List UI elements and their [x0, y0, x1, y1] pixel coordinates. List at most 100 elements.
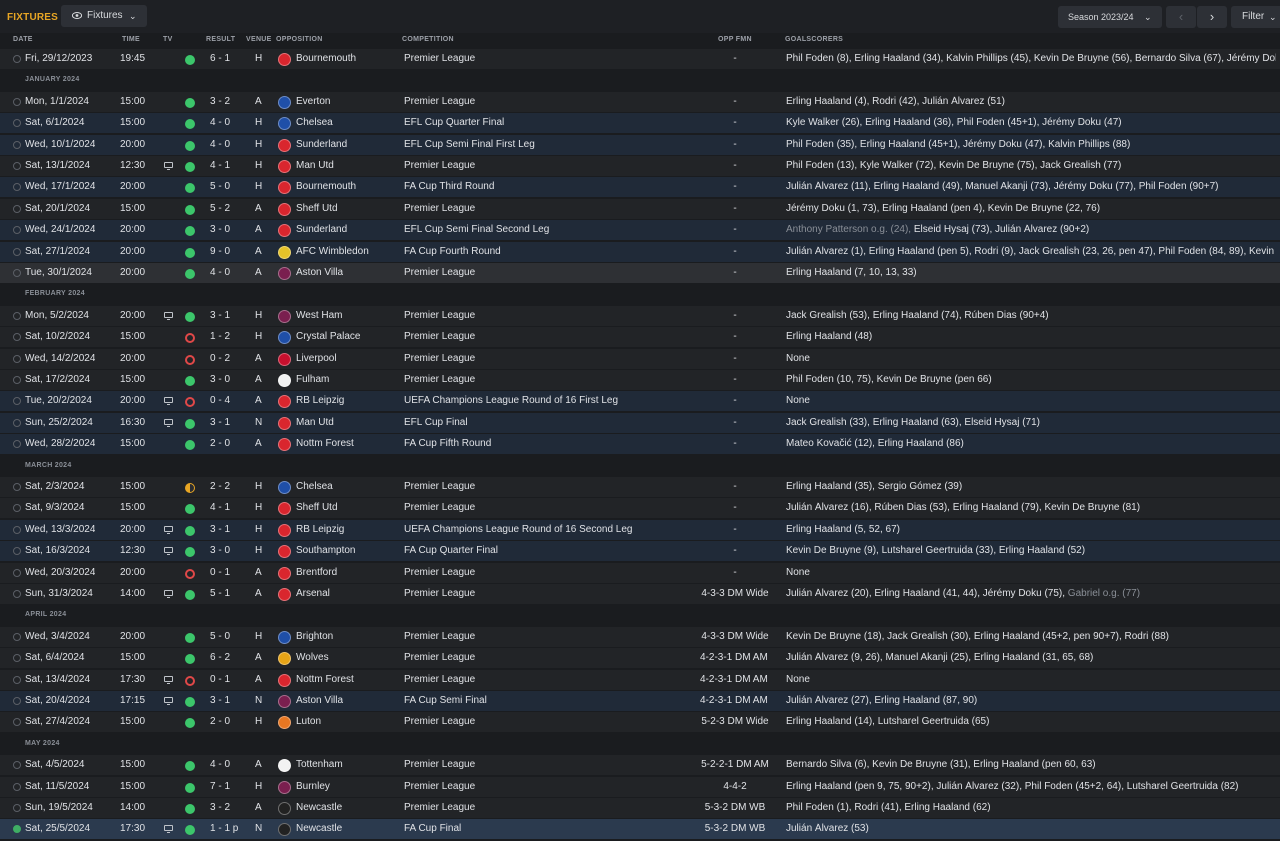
competition-name[interactable]: Premier League	[404, 802, 475, 813]
fixture-row[interactable]: Tue, 20/2/2024 20:00 0 - 4 A RB Leipzig UEFA …	[0, 390, 1280, 411]
fixture-row[interactable]: Sat, 4/5/2024 15:00 4 - 0 A Tottenham Premier…	[0, 754, 1280, 775]
opposition-name[interactable]: Newcastle	[296, 802, 342, 813]
match-score[interactable]: 3 - 1	[210, 417, 230, 428]
opposition-name[interactable]: RB Leipzig	[296, 524, 344, 535]
column-tv[interactable]: TV	[163, 36, 173, 43]
opposition-name[interactable]: Newcastle	[296, 823, 342, 834]
competition-name[interactable]: UEFA Champions League Round of 16 First …	[404, 395, 618, 406]
fixture-row[interactable]: Wed, 14/2/2024 20:00 0 - 2 A Liverpool Premie…	[0, 348, 1280, 369]
view-dropdown[interactable]: Fixtures ⌄	[61, 5, 147, 27]
competition-name[interactable]: Premier League	[404, 374, 475, 385]
row-select-checkbox[interactable]	[13, 633, 21, 641]
match-score[interactable]: 4 - 1	[210, 160, 230, 171]
fixture-row[interactable]: Sat, 13/1/2024 12:30 4 - 1 H Man Utd Premier …	[0, 155, 1280, 176]
match-score[interactable]: 2 - 2	[210, 481, 230, 492]
row-select-checkbox[interactable]	[13, 654, 21, 662]
match-score[interactable]: 3 - 0	[210, 224, 230, 235]
fixture-row[interactable]: Sat, 9/3/2024 15:00 4 - 1 H Sheff Utd Premier…	[0, 497, 1280, 518]
row-select-checkbox[interactable]	[13, 697, 21, 705]
column-time[interactable]: TIME	[122, 36, 140, 43]
competition-name[interactable]: EFL Cup Semi Final First Leg	[404, 139, 535, 150]
competition-name[interactable]: Premier League	[404, 652, 475, 663]
match-score[interactable]: 3 - 1	[210, 310, 230, 321]
fixture-row[interactable]: Sat, 6/1/2024 15:00 4 - 0 H Chelsea EFL Cup Q…	[0, 112, 1280, 133]
previous-season-button[interactable]: ‹	[1166, 6, 1196, 28]
row-select-checkbox[interactable]	[13, 119, 21, 127]
opposition-name[interactable]: Arsenal	[296, 588, 330, 599]
opposition-name[interactable]: Sunderland	[296, 139, 347, 150]
season-dropdown[interactable]: Season 2023/24 ⌄	[1058, 6, 1162, 28]
fixture-row[interactable]: Fri, 29/12/2023 19:45 6 - 1 H Bournemouth Pre…	[0, 48, 1280, 69]
match-score[interactable]: 4 - 1	[210, 502, 230, 513]
fixture-row[interactable]: Sat, 17/2/2024 15:00 3 - 0 A Fulham Premier L…	[0, 369, 1280, 390]
competition-name[interactable]: Premier League	[404, 481, 475, 492]
match-score[interactable]: 5 - 2	[210, 203, 230, 214]
row-select-checkbox[interactable]	[13, 804, 21, 812]
competition-name[interactable]: Premier League	[404, 588, 475, 599]
match-score[interactable]: 1 - 2	[210, 331, 230, 342]
row-select-checkbox[interactable]	[13, 483, 21, 491]
opposition-name[interactable]: Nottm Forest	[296, 438, 354, 449]
fixture-row[interactable]: Sat, 2/3/2024 15:00 2 - 2 H Chelsea Premier L…	[0, 476, 1280, 497]
competition-name[interactable]: Premier League	[404, 267, 475, 278]
match-score[interactable]: 4 - 0	[210, 117, 230, 128]
competition-name[interactable]: FA Cup Third Round	[404, 181, 494, 192]
fixture-row[interactable]: Sun, 31/3/2024 14:00 5 - 1 A Arsenal Premier …	[0, 583, 1280, 604]
match-score[interactable]: 9 - 0	[210, 246, 230, 257]
fixture-row[interactable]: Sat, 27/1/2024 20:00 9 - 0 A AFC Wimbledon FA…	[0, 241, 1280, 262]
match-score[interactable]: 0 - 2	[210, 353, 230, 364]
fixture-row[interactable]: Sat, 11/5/2024 15:00 7 - 1 H Burnley Premier …	[0, 776, 1280, 797]
row-select-checkbox[interactable]	[13, 226, 21, 234]
match-score[interactable]: 3 - 1	[210, 524, 230, 535]
opposition-name[interactable]: Bournemouth	[296, 53, 356, 64]
match-score[interactable]: 3 - 2	[210, 96, 230, 107]
fixture-row[interactable]: Mon, 1/1/2024 15:00 3 - 2 A Everton Premier L…	[0, 91, 1280, 112]
row-select-checkbox[interactable]	[13, 761, 21, 769]
competition-name[interactable]: Premier League	[404, 203, 475, 214]
competition-name[interactable]: Premier League	[404, 781, 475, 792]
row-select-checkbox[interactable]	[13, 183, 21, 191]
match-score[interactable]: 5 - 1	[210, 588, 230, 599]
match-score[interactable]: 4 - 0	[210, 139, 230, 150]
opposition-name[interactable]: Bournemouth	[296, 181, 356, 192]
match-score[interactable]: 6 - 1	[210, 53, 230, 64]
opposition-name[interactable]: Burnley	[296, 781, 330, 792]
opposition-name[interactable]: Aston Villa	[296, 267, 343, 278]
row-select-checkbox[interactable]	[13, 269, 21, 277]
opposition-name[interactable]: Everton	[296, 96, 330, 107]
match-score[interactable]: 3 - 1	[210, 695, 230, 706]
match-score[interactable]: 2 - 0	[210, 716, 230, 727]
fixture-row[interactable]: Wed, 13/3/2024 20:00 3 - 1 H RB Leipzig UEFA …	[0, 519, 1280, 540]
competition-name[interactable]: Premier League	[404, 631, 475, 642]
fixture-row[interactable]: Sat, 13/4/2024 17:30 0 - 1 A Nottm Forest Pre…	[0, 669, 1280, 690]
match-score[interactable]: 3 - 0	[210, 545, 230, 556]
match-score[interactable]: 4 - 0	[210, 267, 230, 278]
opposition-name[interactable]: Southampton	[296, 545, 356, 556]
fixture-row[interactable]: Wed, 28/2/2024 15:00 2 - 0 A Nottm Forest FA …	[0, 433, 1280, 454]
competition-name[interactable]: Premier League	[404, 502, 475, 513]
row-select-checkbox[interactable]	[13, 526, 21, 534]
opposition-name[interactable]: Man Utd	[296, 417, 334, 428]
match-score[interactable]: 2 - 0	[210, 438, 230, 449]
competition-name[interactable]: Premier League	[404, 310, 475, 321]
match-score[interactable]: 3 - 2	[210, 802, 230, 813]
competition-name[interactable]: Premier League	[404, 160, 475, 171]
match-score[interactable]: 5 - 0	[210, 631, 230, 642]
fixture-row[interactable]: Wed, 10/1/2024 20:00 4 - 0 H Sunderland EFL C…	[0, 134, 1280, 155]
row-select-checkbox[interactable]	[13, 569, 21, 577]
fixture-row[interactable]: Sat, 20/4/2024 17:15 3 - 1 N Aston Villa FA C…	[0, 690, 1280, 711]
opposition-name[interactable]: Sunderland	[296, 224, 347, 235]
opposition-name[interactable]: Crystal Palace	[296, 331, 360, 342]
competition-name[interactable]: Premier League	[404, 331, 475, 342]
match-score[interactable]: 6 - 2	[210, 652, 230, 663]
fixture-row[interactable]: Wed, 20/3/2024 20:00 0 - 1 A Brentford Premie…	[0, 562, 1280, 583]
filter-button[interactable]: Filter ⌄	[1231, 6, 1280, 28]
row-select-checkbox[interactable]	[13, 162, 21, 170]
competition-name[interactable]: Premier League	[404, 353, 475, 364]
match-score[interactable]: 0 - 1	[210, 567, 230, 578]
opposition-name[interactable]: Wolves	[296, 652, 329, 663]
competition-name[interactable]: Premier League	[404, 759, 475, 770]
row-select-checkbox[interactable]	[13, 55, 21, 63]
match-score[interactable]: 3 - 0	[210, 374, 230, 385]
opposition-name[interactable]: AFC Wimbledon	[296, 246, 369, 257]
